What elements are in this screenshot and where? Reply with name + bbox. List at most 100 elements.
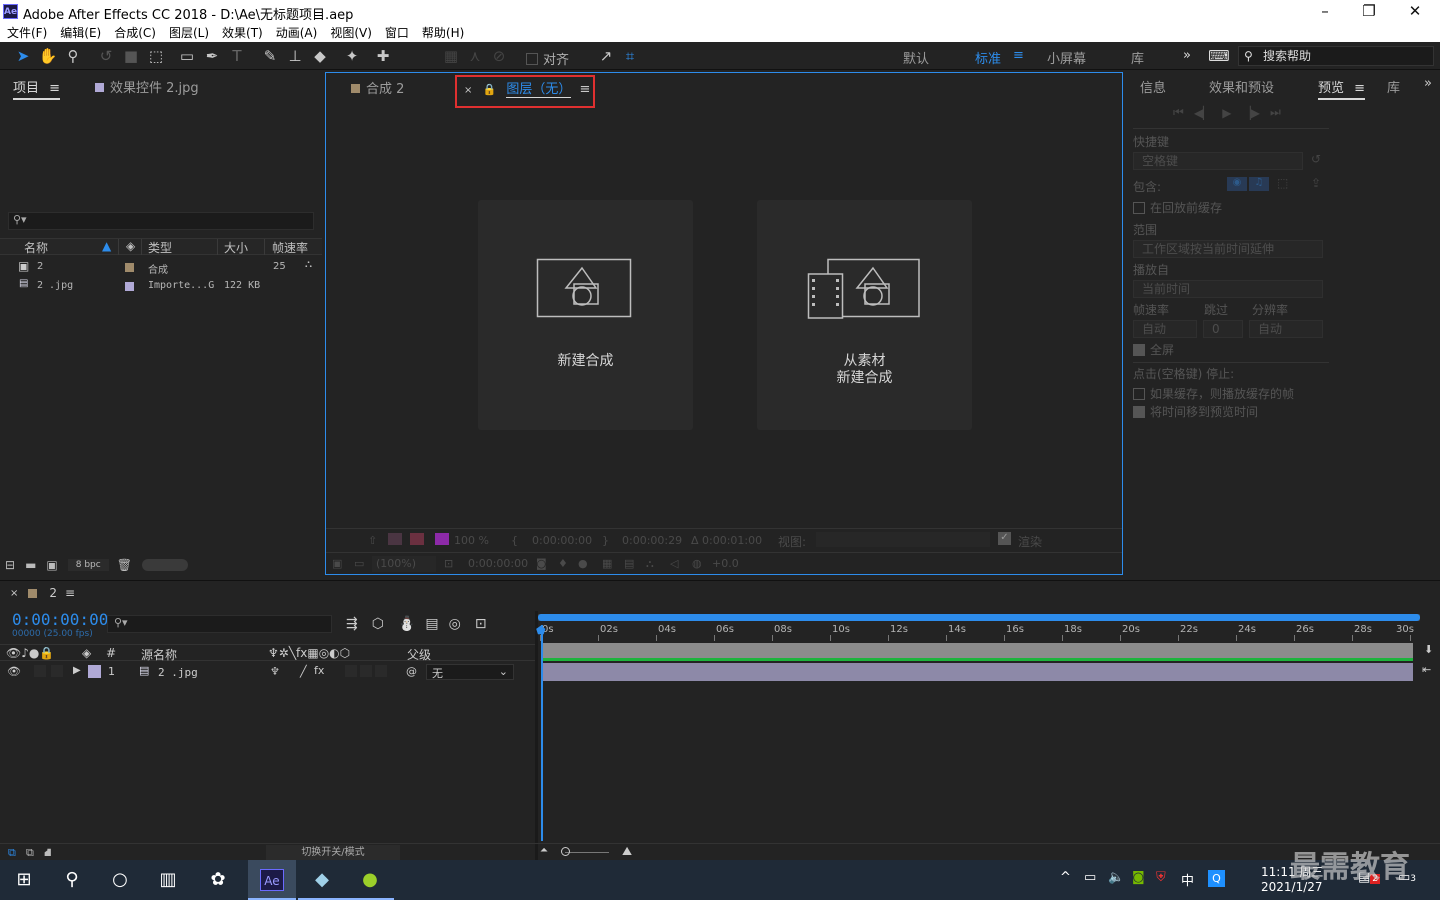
draft-3d-icon[interactable]: ⬡: [372, 616, 384, 632]
rectangle-tool-icon[interactable]: ▭: [176, 46, 198, 66]
layer-end-marker-icon[interactable]: ⇤: [1422, 663, 1431, 676]
camera-snapshot-icon[interactable]: ◙: [536, 557, 547, 570]
snap-feather-icon[interactable]: ⌗: [619, 46, 641, 66]
workspace-default[interactable]: 默认: [903, 48, 929, 67]
pick-whip-icon[interactable]: @: [406, 665, 417, 678]
expand-arrow-icon[interactable]: ▶: [73, 665, 81, 676]
fan-app-icon[interactable]: ✿: [194, 860, 242, 900]
comp-marker-icon[interactable]: ⬇: [1424, 643, 1433, 656]
thumbnail-size-slider[interactable]: [141, 559, 188, 571]
motion-blur-switch[interactable]: [360, 665, 372, 677]
new-comp-from-footage-card[interactable]: 从素材 新建合成: [757, 200, 972, 430]
clone-stamp-tool-icon[interactable]: ⊥: [284, 46, 306, 66]
col-source-name[interactable]: 源名称: [141, 646, 177, 663]
zoom-in-icon[interactable]: ⛰: [622, 844, 632, 859]
roto-brush-tool-icon[interactable]: ✦: [341, 46, 363, 66]
layer-anchor-icon[interactable]: ⇧: [368, 534, 377, 547]
network-icon[interactable]: ▭: [1084, 870, 1096, 885]
local-axis-icon[interactable]: ▦: [440, 46, 462, 66]
play-cached-option[interactable]: 如果缓存，则播放缓存的帧: [1133, 385, 1294, 402]
shortcut-dropdown[interactable]: 空格键: [1133, 152, 1303, 170]
delete-icon[interactable]: 🗑: [117, 558, 132, 572]
zoom-tool-icon[interactable]: ⚲: [62, 46, 84, 66]
view-axis-icon[interactable]: ⊘: [488, 46, 510, 66]
brush-tool-icon[interactable]: ✎: [259, 46, 281, 66]
lock-icon[interactable]: 🔒: [483, 83, 497, 96]
menu-file[interactable]: 文件(F): [7, 24, 47, 41]
align-checkbox[interactable]: [526, 52, 538, 65]
frame-rate-dropdown[interactable]: 自动: [1133, 320, 1197, 338]
tab-preview[interactable]: 预览 ≡: [1318, 77, 1366, 100]
audio-switch[interactable]: [34, 665, 46, 677]
color-swatch[interactable]: [435, 533, 449, 545]
timeline-tab[interactable]: × 2 ≡: [10, 586, 75, 600]
parent-dropdown[interactable]: 无 ⌄: [426, 664, 514, 680]
tab-composition-2[interactable]: 合成 2: [351, 78, 404, 97]
in-out-icon[interactable]: ⛘: [44, 846, 52, 861]
workspace-library[interactable]: 库: [1131, 48, 1144, 67]
pen-tool-icon[interactable]: ✒: [201, 46, 223, 66]
av-switches-icon[interactable]: 👁♪●🔒: [6, 646, 54, 660]
export-icon[interactable]: ⇪: [1311, 176, 1321, 190]
pixel-aspect-icon[interactable]: ▤: [624, 557, 634, 570]
tab-effects-presets[interactable]: 效果和预设: [1209, 77, 1274, 96]
tab-layer-none[interactable]: × 🔒 图层（无） ≡: [464, 78, 591, 98]
melon-app-icon[interactable]: ●: [346, 860, 394, 900]
sync-settings-icon[interactable]: ⌨: [1208, 46, 1230, 66]
help-search-input[interactable]: ⚲ 搜索帮助: [1238, 46, 1434, 66]
toggle-transparency-icon[interactable]: ▦: [602, 557, 612, 570]
new-composition-card[interactable]: 新建合成: [478, 200, 693, 430]
graph-editor-icon[interactable]: ⊡: [475, 616, 487, 632]
close-tab-icon[interactable]: ×: [10, 588, 18, 599]
render-checkbox[interactable]: ✓: [998, 532, 1011, 545]
layer-duration-bar[interactable]: [542, 663, 1413, 681]
menu-effect[interactable]: 效果(T): [222, 24, 263, 41]
zoom-out-icon[interactable]: ⏶: [540, 845, 548, 856]
qq-icon[interactable]: Q: [1208, 870, 1225, 887]
layer-name[interactable]: 2 .jpg: [158, 666, 198, 679]
align-toggle[interactable]: 对齐: [526, 49, 569, 68]
nvidia-icon[interactable]: ◙: [1132, 870, 1145, 885]
out-point-icon[interactable]: }: [602, 534, 609, 547]
minimize-button[interactable]: –: [1302, 2, 1348, 22]
input-method-indicator[interactable]: 中: [1181, 870, 1194, 889]
col-size[interactable]: 大小: [220, 239, 265, 255]
volume-icon[interactable]: 🔈: [1108, 870, 1124, 885]
close-tab-icon[interactable]: ×: [464, 85, 472, 96]
fx-switch-icon[interactable]: fx: [314, 664, 324, 677]
menu-composition[interactable]: 合成(C): [114, 24, 156, 41]
hand-tool-icon[interactable]: ✋: [37, 46, 59, 66]
tab-library[interactable]: 库: [1387, 77, 1400, 96]
channel-red-icon[interactable]: [410, 533, 424, 545]
last-frame-icon[interactable]: ⏭: [1270, 105, 1281, 120]
project-search-input[interactable]: ⚲▾: [8, 212, 314, 230]
workspace-menu-icon[interactable]: ≡: [1013, 48, 1024, 63]
motion-blur-icon[interactable]: ◎: [449, 616, 461, 632]
frame-blending-icon[interactable]: ▤: [425, 616, 438, 632]
show-snapshot-icon[interactable]: ♦: [558, 557, 568, 570]
tab-project[interactable]: 项目 ≡: [13, 77, 61, 100]
layer-zoom[interactable]: 100 %: [454, 534, 489, 547]
rgb-channel-icon[interactable]: ●: [578, 557, 588, 570]
flowchart-icon[interactable]: ⛬: [305, 259, 312, 270]
rotate-tool-icon[interactable]: ↺: [95, 46, 117, 66]
3d-layer-switch[interactable]: [375, 665, 387, 677]
workspace-overflow-icon[interactable]: »: [1183, 48, 1191, 63]
include-overlay-icon[interactable]: ⬚: [1277, 176, 1288, 190]
pan-behind-tool-icon[interactable]: ⬚: [145, 46, 167, 66]
panel-overflow-icon[interactable]: »: [1424, 76, 1432, 91]
timeline-search-input[interactable]: ⚲▾: [107, 615, 332, 633]
playhead[interactable]: [541, 625, 543, 841]
shy-layers-icon[interactable]: ⛄: [398, 616, 415, 632]
exposure-value[interactable]: +0.0: [712, 557, 739, 570]
current-timecode[interactable]: 0:00:00:00: [12, 610, 108, 629]
workspace-standard[interactable]: 标准: [975, 48, 1001, 67]
puppet-pin-tool-icon[interactable]: ✚: [372, 46, 394, 66]
time-end[interactable]: 0:00:00:29: [622, 534, 682, 547]
panel-menu-icon[interactable]: ≡: [65, 586, 75, 600]
panel-menu-icon[interactable]: ≡: [580, 82, 591, 97]
flowchart-icon[interactable]: ⛬: [646, 557, 654, 571]
snapshot-icon[interactable]: ▣: [332, 557, 342, 570]
zoom-slider-track[interactable]: [565, 852, 609, 853]
in-point-icon[interactable]: {: [511, 534, 518, 547]
